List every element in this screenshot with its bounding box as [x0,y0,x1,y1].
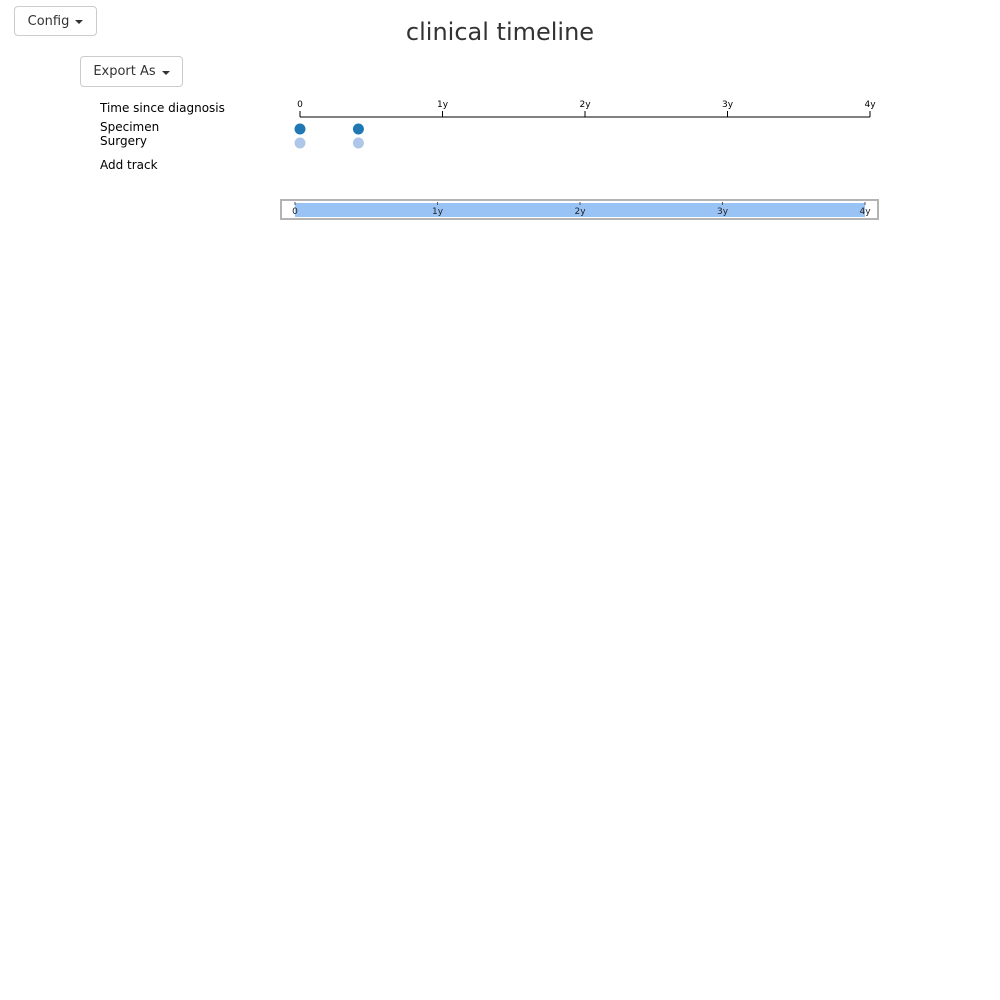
axis-tick-label: 3y [722,100,734,110]
overview-tick-label: 4y [859,207,871,217]
clinical-timeline-page: Config clinical timeline Export As Time … [0,0,1000,1000]
axis-tick-label: 1y [437,100,449,110]
event-marker-surgery [294,137,306,149]
event-marker-surgery [352,137,364,149]
timeline-chart: 0 1y 2y 3y 4y 0 1y 2y 3y 4y [280,100,879,220]
overview-tick-label: 0 [292,207,298,217]
overview-tick-label: 2y [574,207,586,217]
event-markers [294,123,364,149]
main-time-axis: 0 1y 2y 3y 4y [297,100,876,118]
overview-navigator[interactable]: 0 1y 2y 3y 4y [280,199,879,220]
axis-tick-label: 2y [579,100,591,110]
event-marker-specimen [352,123,364,135]
axis-tick-label: 4y [864,100,876,110]
axis-tick-label: 0 [297,100,303,110]
overview-tick-label: 1y [432,207,444,217]
event-marker-specimen [294,123,306,135]
overview-tick-label: 3y [717,207,729,217]
